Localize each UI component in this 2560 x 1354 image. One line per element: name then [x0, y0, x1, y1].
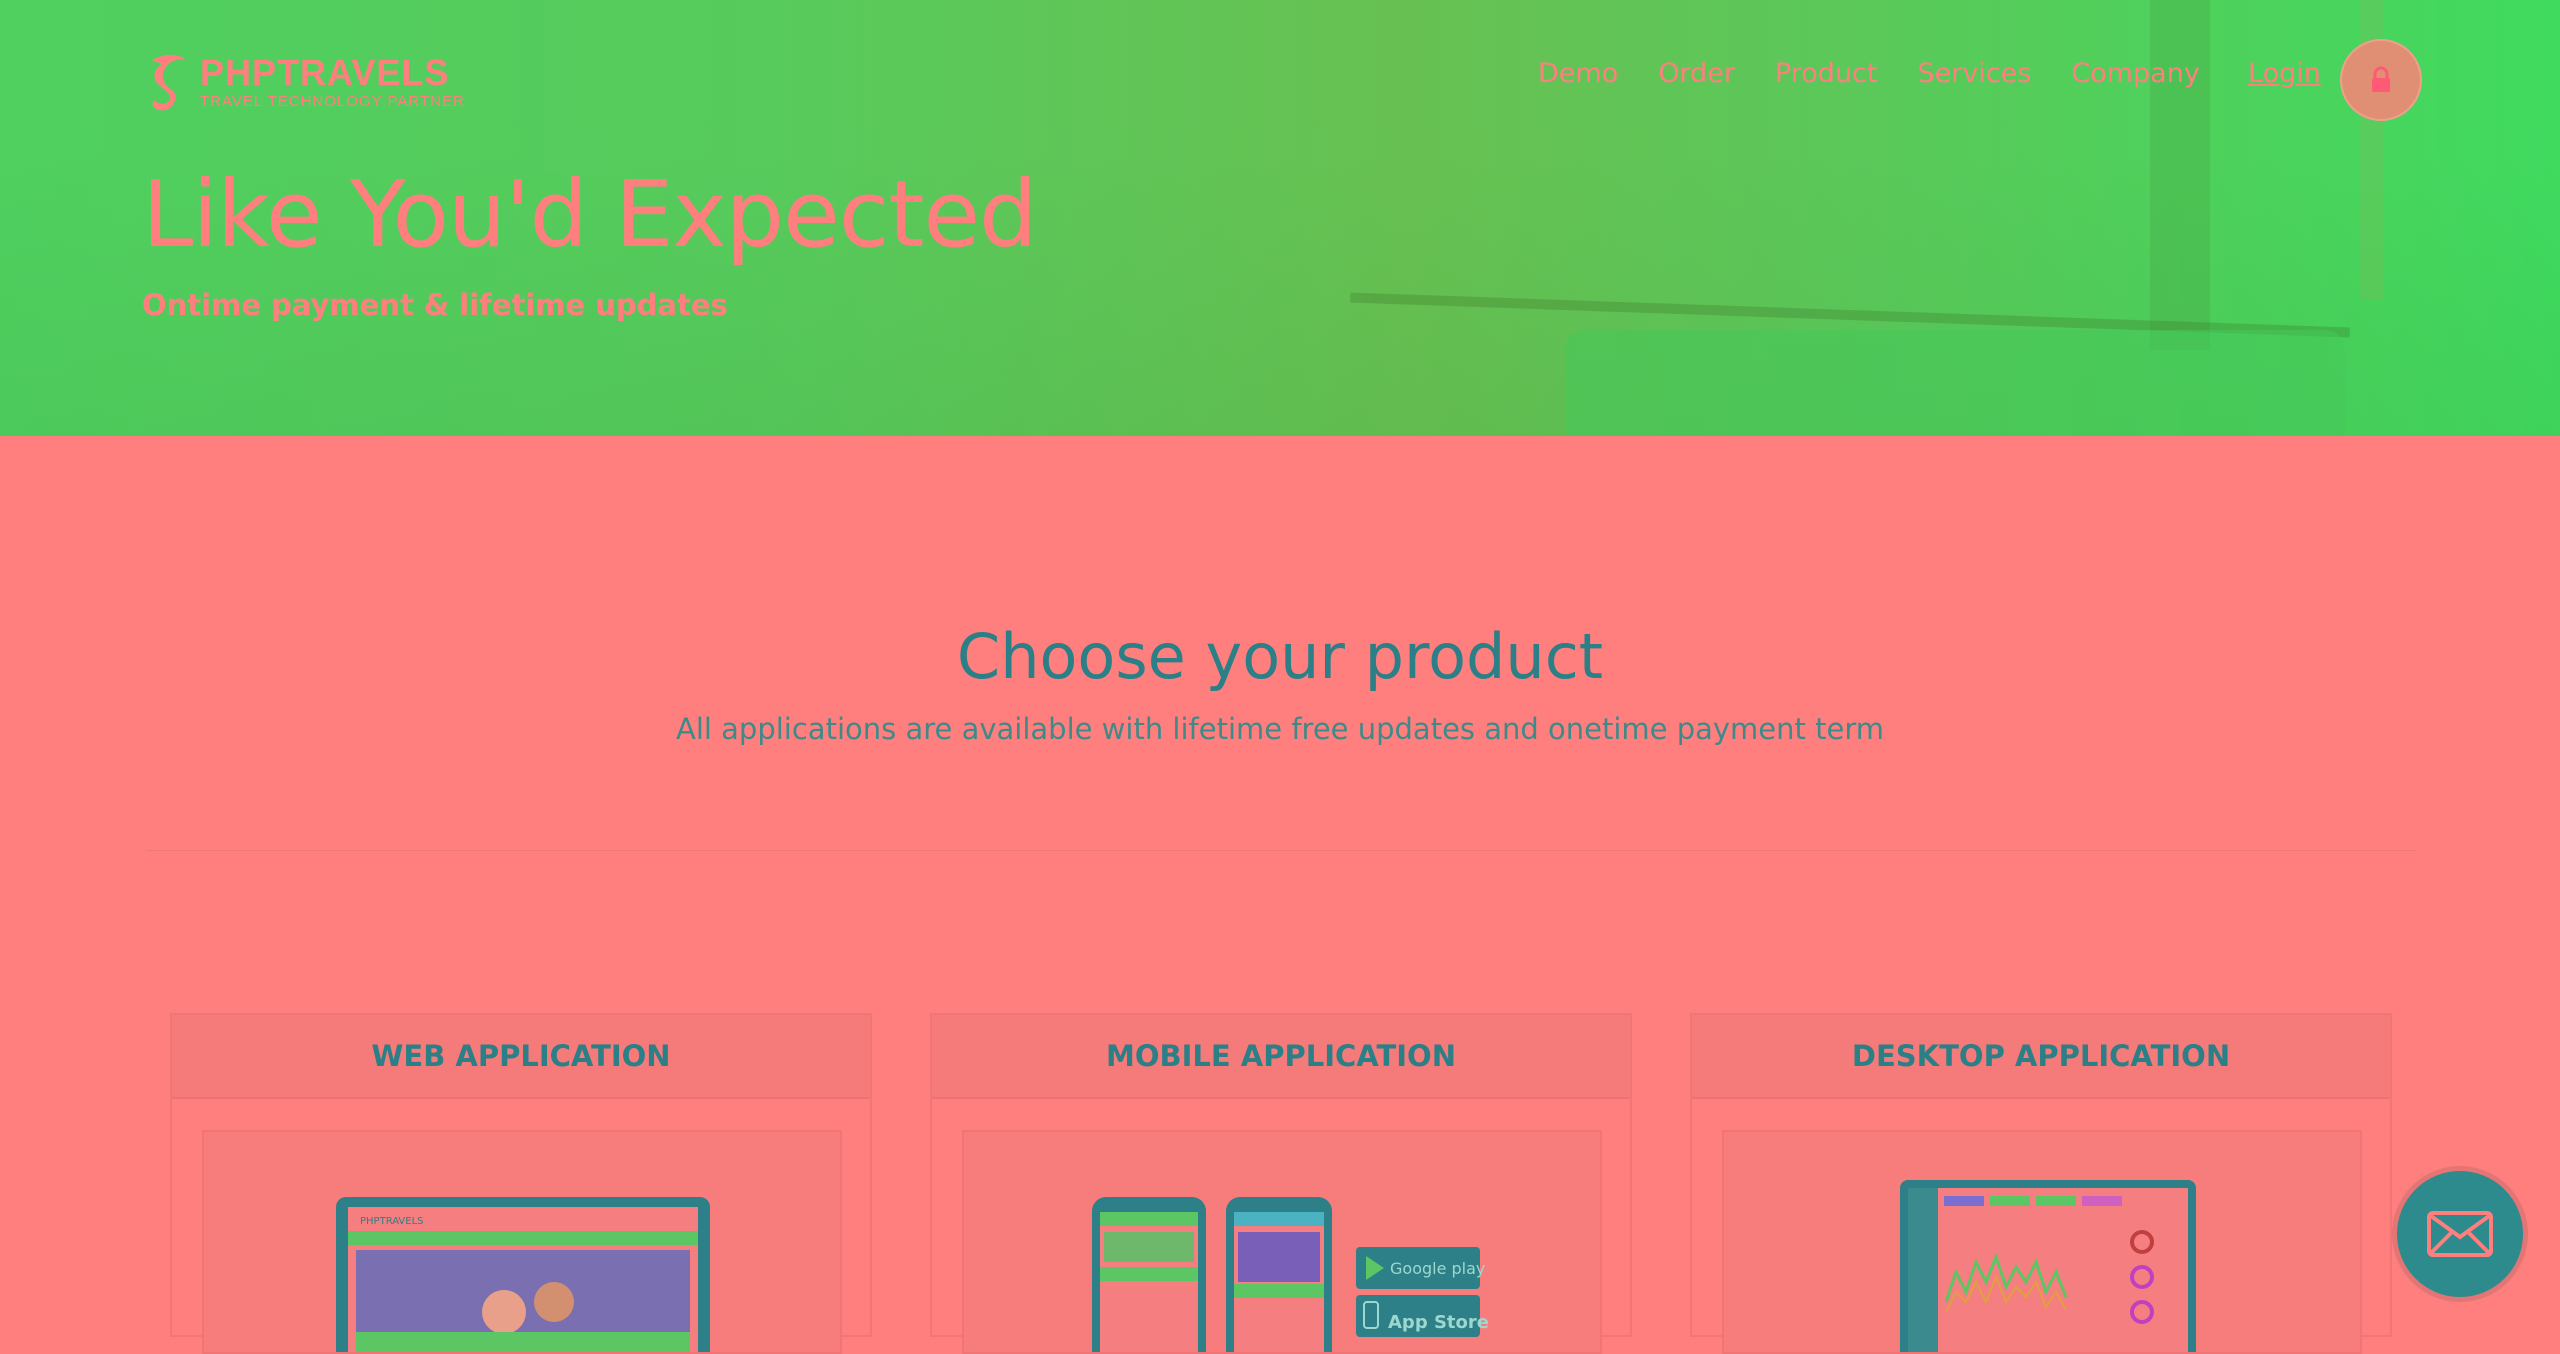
app-store-badge[interactable]: App Store	[1388, 1312, 1489, 1333]
main-nav: Demo Order Product Services Company	[1538, 58, 2240, 89]
logo[interactable]: PHPTRAVELS TRAVEL TECHNOLOGY PARTNER	[146, 50, 465, 114]
hero-banner: PHPTRAVELS TRAVEL TECHNOLOGY PARTNER Dem…	[0, 0, 2560, 436]
hero-subtitle: Ontime payment & lifetime updates	[142, 288, 728, 322]
login-button[interactable]	[2340, 39, 2422, 121]
brand-name: PHPTRAVELS	[200, 51, 450, 93]
logo-mark-icon	[146, 50, 192, 114]
product-card-desktop[interactable]: DESKTOP APPLICATION	[1690, 1013, 2392, 1354]
svg-text:PHPTRAVELS: PHPTRAVELS	[360, 1216, 424, 1227]
contact-button[interactable]	[2392, 1166, 2528, 1302]
nav-demo[interactable]: Demo	[1538, 58, 1618, 89]
laptop-screenshot-image: PHPTRAVELS	[202, 1130, 842, 1354]
nav-services[interactable]: Services	[1917, 58, 2031, 89]
product-card-title: MOBILE APPLICATION	[932, 1015, 1630, 1099]
section-subtitle: All applications are available with life…	[675, 712, 1884, 746]
google-play-badge[interactable]: Google play	[1390, 1259, 1485, 1278]
product-card-title: WEB APPLICATION	[172, 1015, 870, 1099]
divider	[146, 850, 2416, 851]
product-card-mobile[interactable]: MOBILE APPLICATION Google play App Store	[930, 1013, 1632, 1354]
nav-company[interactable]: Company	[2071, 58, 2199, 89]
hero-title: Like You'd Expected	[142, 161, 1037, 268]
phones-screenshot-image: Google play App Store	[962, 1130, 1602, 1354]
desktop-screenshot-image	[1722, 1130, 2362, 1354]
nav-order[interactable]: Order	[1658, 58, 1735, 89]
section-title: Choose your product	[956, 620, 1604, 693]
envelope-icon	[2427, 1211, 2493, 1257]
login-link[interactable]: Login	[2248, 58, 2321, 89]
product-card-web[interactable]: WEB APPLICATION PHPTRAVELS	[170, 1013, 872, 1354]
lock-icon	[2372, 66, 2390, 92]
product-card-title: DESKTOP APPLICATION	[1692, 1015, 2390, 1099]
brand-tagline: TRAVEL TECHNOLOGY PARTNER	[200, 92, 465, 110]
nav-product[interactable]: Product	[1775, 58, 1878, 89]
